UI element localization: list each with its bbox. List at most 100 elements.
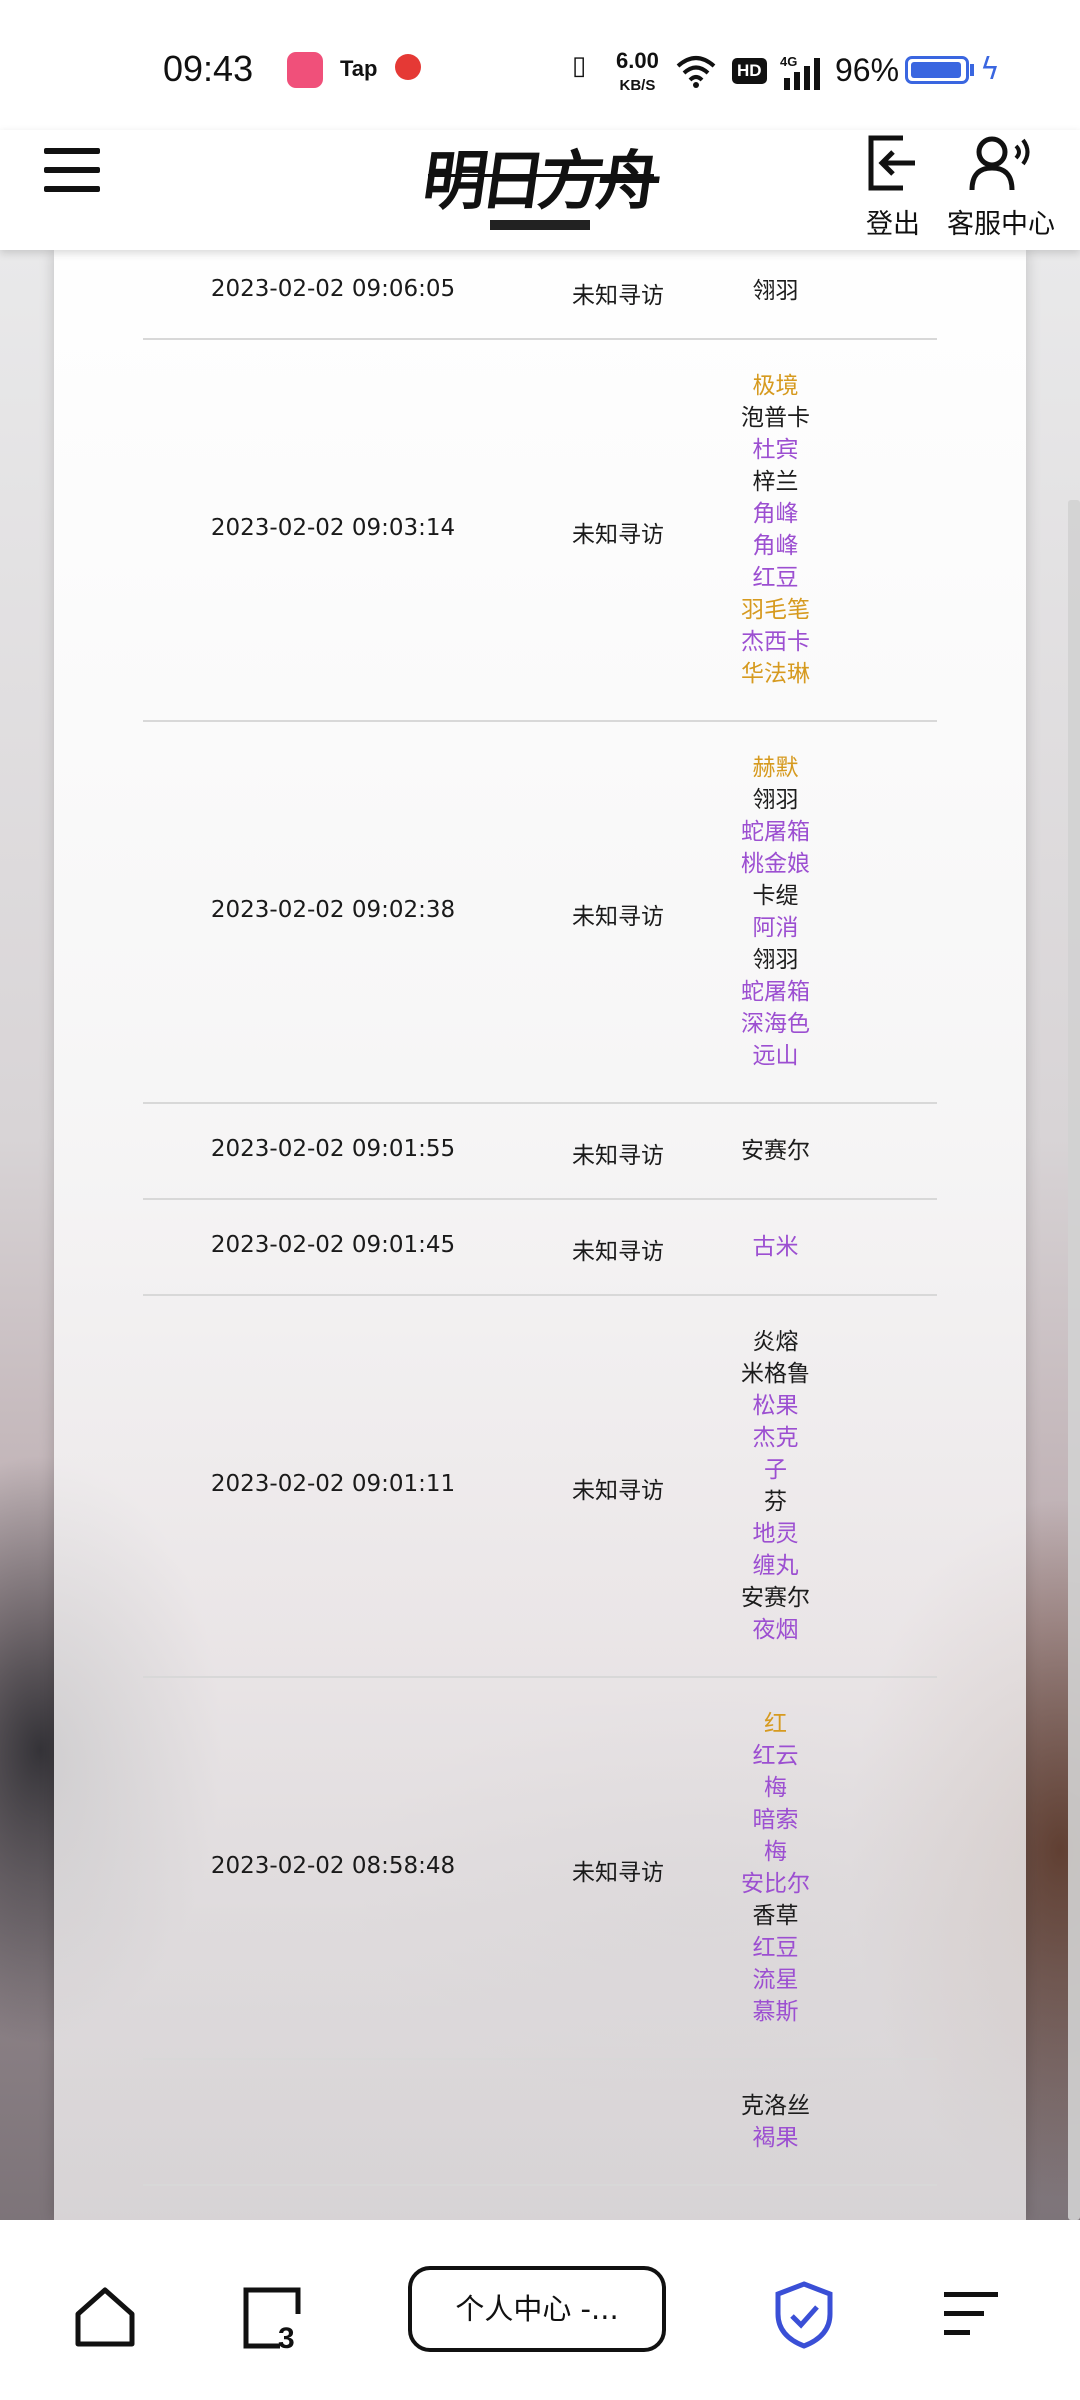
battery-icon [905,56,969,84]
operator-name: 红豆 [752,565,799,591]
logout-label: 登出 [866,209,920,240]
operator-name: 红 [764,1711,787,1737]
arknights-logo[interactable]: 明日方舟 [418,130,660,240]
hamburger-menu-icon[interactable] [40,138,106,204]
operator-name: 地灵 [752,1521,799,1547]
gacha-record-row: 2023-02-02 08:58:48 未知寻访红红云梅暗索梅安比尔 香草 红豆 流星慕… [143,1678,937,2060]
record-operators: 极境 泡普卡 杜宾 梓兰 角峰 角峰 红豆 羽毛笔 杰西卡 华法琳 [713,370,838,690]
operator-name: 角峰 [752,501,799,527]
status-bar: 09:43 Tap ▯ 6.00 KB/S HD 4G 96% ϟ [0,0,1080,130]
record-time: 2023-02-02 08:58:48 [210,1853,456,1879]
operator-name: 炎熔 [752,1329,799,1355]
tabs-icon[interactable]: 3 [240,2284,306,2350]
operator-name: 芬 [764,1489,787,1515]
operator-name: 桃金娘 [741,851,810,877]
net-speed: 6.00 KB/S [616,50,659,97]
wifi-icon [676,56,716,88]
bilibili-icon [287,52,323,88]
gacha-record-row: 2023-02-02 09:03:14 未知寻访 极境 泡普卡 杜宾 梓兰 角峰 角峰 红豆 羽毛… [143,340,937,722]
operator-name: 红豆 [752,1935,799,1961]
operator-name: 杰西卡 [741,629,810,655]
gacha-record-row: 2023-02-02 09:06:05 未知寻访 翎羽 [143,244,937,340]
record-time: 2023-02-02 09:03:14 [210,515,456,541]
record-time: 2023-02-02 09:01:11 [210,1471,456,1497]
hd-badge: HD [732,58,767,84]
taptap-icon: Tap [340,56,378,81]
operator-name: 安比尔 [741,1871,810,1897]
record-pool: 未知寻访 [572,283,664,309]
operator-name: 香草 [752,1903,799,1929]
record-operators: 古米 [713,1231,838,1263]
operator-name: 蛇屠箱 [741,979,810,1005]
operator-name: 缠丸 [752,1553,799,1579]
operator-name: 红云 [752,1743,799,1769]
record-time: 2023-02-02 09:06:05 [210,276,456,302]
net-speed-unit: KB/S [619,77,656,94]
svg-text:4G: 4G [780,54,797,69]
status-time: 09:43 [163,48,254,89]
gacha-record-row: 2023-02-02 09:01:55 未知寻访 安赛尔 [143,1104,937,1200]
operator-name: 梓兰 [752,469,799,495]
operator-name: 褐果 [752,2125,799,2151]
record-pool: 未知寻访 [572,1239,664,1265]
operator-name: 翎羽 [752,947,799,973]
operator-name: 阿消 [752,915,799,941]
record-operators: 赫默 翎羽 蛇屠箱 桃金娘 卡缇 阿消 翎羽 蛇屠箱 深海色 远山 [713,752,838,1072]
operator-name: 安赛尔 [741,1138,810,1164]
customer-service-button[interactable]: 客服中心 [945,132,1057,241]
battery-tip [970,64,974,76]
vibrate-icon: ▯ [572,50,587,80]
record-operators: 翎羽 [713,275,838,307]
logout-button[interactable]: 登出 [858,132,928,241]
battery-percent: 96% [835,52,900,88]
operator-name: 深海色 [741,1011,810,1037]
operator-name: 羽毛笔 [741,597,810,623]
gacha-record-row: 2023-02-02 09:01:11 未知寻访 炎熔米格鲁松果杰克子芬地灵缠丸安赛… [143,1296,937,1678]
operator-name: 古米 [752,1234,799,1260]
operator-name: 杰克 [752,1425,799,1451]
operator-name: 慕斯 [752,1999,799,2025]
operator-name: 卡缇 [752,883,799,909]
menu-icon[interactable] [940,2284,1002,2344]
operator-name: 克洛丝 [741,2093,810,2119]
operator-name: 极境 [752,373,799,399]
operator-name: 安赛尔 [741,1585,810,1611]
operator-name: 子 [764,1457,787,1483]
record-operators: 炎熔米格鲁松果杰克子芬地灵缠丸安赛尔夜烟 [713,1326,838,1646]
operator-name: 泡普卡 [741,405,810,431]
operator-name: 赫默 [752,755,799,781]
gacha-record-row: 2023-02-02 09:01:45 未知寻访 古米 [143,1200,937,1296]
operator-name: 米格鲁 [741,1361,810,1387]
cellular-signal-icon: 4G [780,54,820,90]
operator-name: 梅 [764,1775,787,1801]
operator-name: 角峰 [752,533,799,559]
gacha-record-row: 2023-02-02 09:02:38 未知寻访 赫默 翎羽 蛇屠箱 桃金娘 卡缇 阿消 翎羽蛇… [143,722,937,1104]
app-header: 明日方舟 登出 客服中心 [0,130,1080,250]
home-icon[interactable] [72,2284,138,2350]
logout-icon [868,135,915,191]
net-speed-value: 6.00 [616,48,659,73]
svg-text:3: 3 [278,2322,295,2350]
record-pool: 未知寻访 [572,1143,664,1169]
record-pool: 未知寻访 [572,904,664,930]
charging-bolt-icon: ϟ [980,52,1000,87]
gacha-record-row: 克洛丝 褐果 [143,2060,937,2186]
map-pin-app-icon [395,54,421,80]
operator-name: 夜烟 [752,1617,799,1643]
operator-name: 翎羽 [752,787,799,813]
record-operators: 克洛丝 褐果 [713,2090,838,2154]
operator-name: 远山 [752,1043,799,1069]
service-label: 客服中心 [947,209,1055,240]
operator-name: 松果 [752,1393,799,1419]
record-time: 2023-02-02 09:01:45 [210,1232,456,1258]
browser-bottom-nav: 3 个人中心 -... [0,2220,1080,2400]
record-pool: 未知寻访 [572,1478,664,1504]
operator-name: 流星 [752,1967,799,1993]
page-scrollbar[interactable] [1068,500,1080,2220]
current-page-button[interactable]: 个人中心 -... [408,2266,666,2352]
security-shield-icon[interactable] [772,2280,836,2350]
customer-service-icon [969,136,1030,191]
record-operators: 红红云梅暗索梅安比尔 香草 红豆 流星 慕斯 [713,1708,838,2028]
operator-name: 蛇屠箱 [741,819,810,845]
operator-name: 华法琳 [741,661,810,687]
